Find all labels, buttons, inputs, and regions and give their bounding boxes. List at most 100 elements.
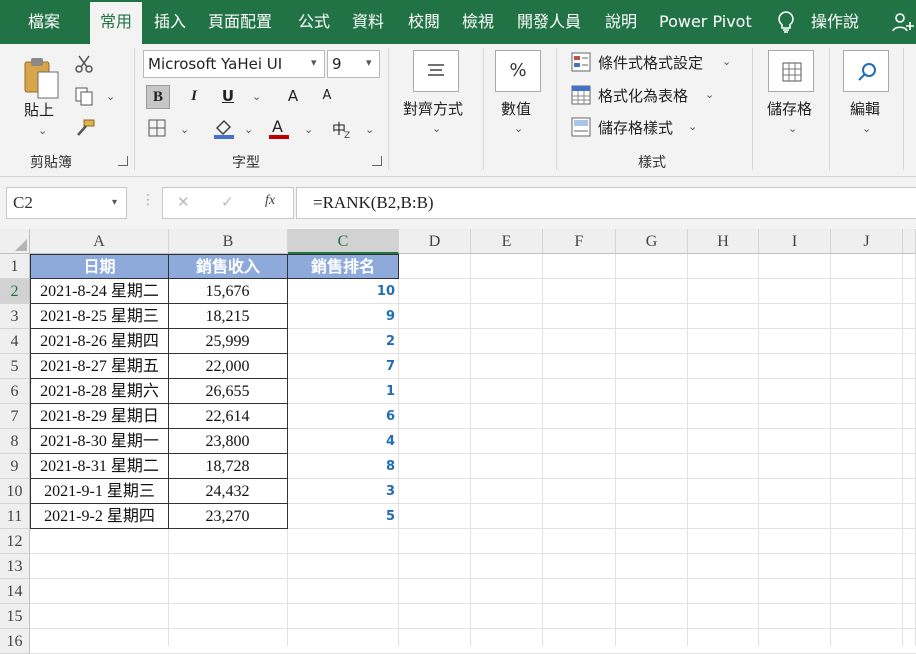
column-header-g[interactable]: G [616, 229, 688, 254]
tab-data[interactable]: 資料 [352, 0, 384, 44]
editing-label[interactable]: 編輯 [850, 98, 880, 119]
sales-cell[interactable]: 18,215 [168, 304, 288, 329]
cut-icon[interactable] [74, 54, 94, 74]
row-header-15[interactable]: 15 [0, 604, 30, 629]
sales-cell[interactable]: 22,614 [168, 404, 288, 429]
underline-button[interactable]: U [217, 85, 239, 107]
font-name-dropdown-icon[interactable]: ▾ [311, 56, 317, 69]
rank-cell[interactable]: 3 [288, 479, 399, 504]
tab-tell-me[interactable]: 操作說 [811, 0, 859, 44]
font-size-select[interactable]: 9 [327, 50, 380, 78]
tab-formulas[interactable]: 公式 [298, 0, 330, 44]
date-cell[interactable]: 2021-9-2 星期四 [30, 504, 169, 529]
clipboard-launcher-icon[interactable] [118, 156, 128, 166]
name-box-dropdown-icon[interactable]: ▾ [112, 197, 117, 208]
rank-cell[interactable]: 10 [288, 279, 399, 304]
date-cell[interactable]: 2021-8-30 星期一 [30, 429, 169, 454]
column-header-partial[interactable] [903, 229, 916, 254]
font-color-dropdown-icon[interactable]: ⌄ [304, 123, 313, 136]
column-header-a[interactable]: A [30, 229, 169, 254]
enter-icon[interactable]: ✓ [221, 193, 234, 211]
rank-cell[interactable]: 2 [288, 329, 399, 354]
select-all-corner[interactable] [0, 229, 30, 254]
rank-cell[interactable]: 6 [288, 404, 399, 429]
cells-label[interactable]: 儲存格 [767, 98, 812, 119]
cell-styles-icon[interactable] [571, 117, 591, 137]
share-person-icon[interactable] [891, 10, 915, 34]
rank-cell[interactable]: 5 [288, 504, 399, 529]
worksheet-grid[interactable]: A B C D E F G H I J 1 2 3 4 5 6 7 8 9 10 11 12 13 14 15 16 日期 銷售收入銷… [0, 229, 916, 654]
row-header-3[interactable]: 3 [0, 304, 30, 329]
paste-label[interactable]: 貼上 [24, 99, 54, 120]
cell-styles-dropdown-icon[interactable]: ⌄ [688, 120, 697, 133]
conditional-format-icon[interactable] [571, 52, 591, 72]
date-cell[interactable]: 2021-8-25 星期三 [30, 304, 169, 329]
tab-developer[interactable]: 開發人員 [517, 0, 581, 44]
row-header-16[interactable]: 16 [0, 629, 30, 654]
format-as-table-icon[interactable] [571, 85, 591, 105]
copy-icon[interactable] [74, 86, 94, 106]
tab-view[interactable]: 檢視 [462, 0, 494, 44]
row-header-5[interactable]: 5 [0, 354, 30, 379]
column-header-h[interactable]: H [688, 229, 759, 254]
row-header-14[interactable]: 14 [0, 579, 30, 604]
phonetic-icon[interactable]: 中Z [331, 117, 353, 139]
cells-dropdown-icon[interactable]: ⌄ [788, 122, 797, 135]
tab-review[interactable]: 校閱 [408, 0, 440, 44]
font-color-icon[interactable]: A [268, 116, 290, 140]
column-header-d[interactable]: D [399, 229, 471, 254]
alignment-label[interactable]: 對齊方式 [403, 98, 463, 119]
column-header-e[interactable]: E [471, 229, 543, 254]
lightbulb-icon[interactable] [776, 10, 796, 34]
sales-cell[interactable]: 25,999 [168, 329, 288, 354]
sales-cell[interactable]: 18,728 [168, 454, 288, 479]
row-header-1[interactable]: 1 [0, 254, 30, 279]
format-as-table-dropdown-icon[interactable]: ⌄ [705, 88, 714, 101]
alignment-button[interactable] [413, 50, 459, 92]
formula-input[interactable]: =RANK(B2,B:B) [296, 187, 916, 219]
font-size-dropdown-icon[interactable]: ▾ [366, 56, 372, 69]
date-cell[interactable]: 2021-8-27 星期五 [30, 354, 169, 379]
italic-button[interactable]: I [183, 85, 205, 107]
borders-icon[interactable] [148, 119, 166, 137]
sales-cell[interactable]: 23,800 [168, 429, 288, 454]
number-format-button[interactable]: % [495, 50, 541, 92]
date-cell[interactable]: 2021-8-29 星期日 [30, 404, 169, 429]
fill-color-icon[interactable] [212, 116, 236, 140]
date-cell[interactable]: 2021-9-1 星期三 [30, 479, 169, 504]
copy-dropdown-icon[interactable]: ⌄ [106, 90, 115, 103]
table-header-cell[interactable]: 日期 [30, 254, 169, 279]
bold-button[interactable]: B [146, 85, 170, 109]
row-header-10[interactable]: 10 [0, 479, 30, 504]
cancel-icon[interactable]: ✕ [177, 193, 190, 211]
paste-dropdown-icon[interactable]: ⌄ [38, 124, 47, 137]
column-header-i[interactable]: I [759, 229, 831, 254]
editing-dropdown-icon[interactable]: ⌄ [862, 122, 871, 135]
row-header-12[interactable]: 12 [0, 529, 30, 554]
tab-insert[interactable]: 插入 [154, 0, 186, 44]
column-header-b[interactable]: B [169, 229, 288, 254]
column-header-c[interactable]: C [288, 229, 399, 254]
paste-icon[interactable] [22, 56, 60, 100]
phonetic-dropdown-icon[interactable]: ⌄ [365, 123, 374, 136]
rank-cell[interactable]: 1 [288, 379, 399, 404]
tab-home[interactable]: 常用 [90, 2, 142, 44]
date-cell[interactable]: 2021-8-26 星期四 [30, 329, 169, 354]
date-cell[interactable]: 2021-8-24 星期二 [30, 279, 169, 304]
row-header-11[interactable]: 11 [0, 504, 30, 529]
shrink-font-button[interactable]: A [316, 85, 338, 107]
sales-cell[interactable]: 15,676 [168, 279, 288, 304]
table-header-cell[interactable]: 銷售收入 [168, 254, 288, 279]
alignment-dropdown-icon[interactable]: ⌄ [432, 122, 441, 135]
column-header-j[interactable]: J [831, 229, 903, 254]
sales-cell[interactable]: 22,000 [168, 354, 288, 379]
editing-button[interactable] [843, 50, 889, 92]
font-launcher-icon[interactable] [372, 156, 382, 166]
row-header-6[interactable]: 6 [0, 379, 30, 404]
underline-dropdown-icon[interactable]: ⌄ [252, 90, 261, 103]
font-name-select[interactable]: Microsoft YaHei UI [143, 50, 325, 78]
row-header-7[interactable]: 7 [0, 404, 30, 429]
rank-cell[interactable]: 4 [288, 429, 399, 454]
format-painter-icon[interactable] [74, 118, 96, 138]
sales-cell[interactable]: 24,432 [168, 479, 288, 504]
